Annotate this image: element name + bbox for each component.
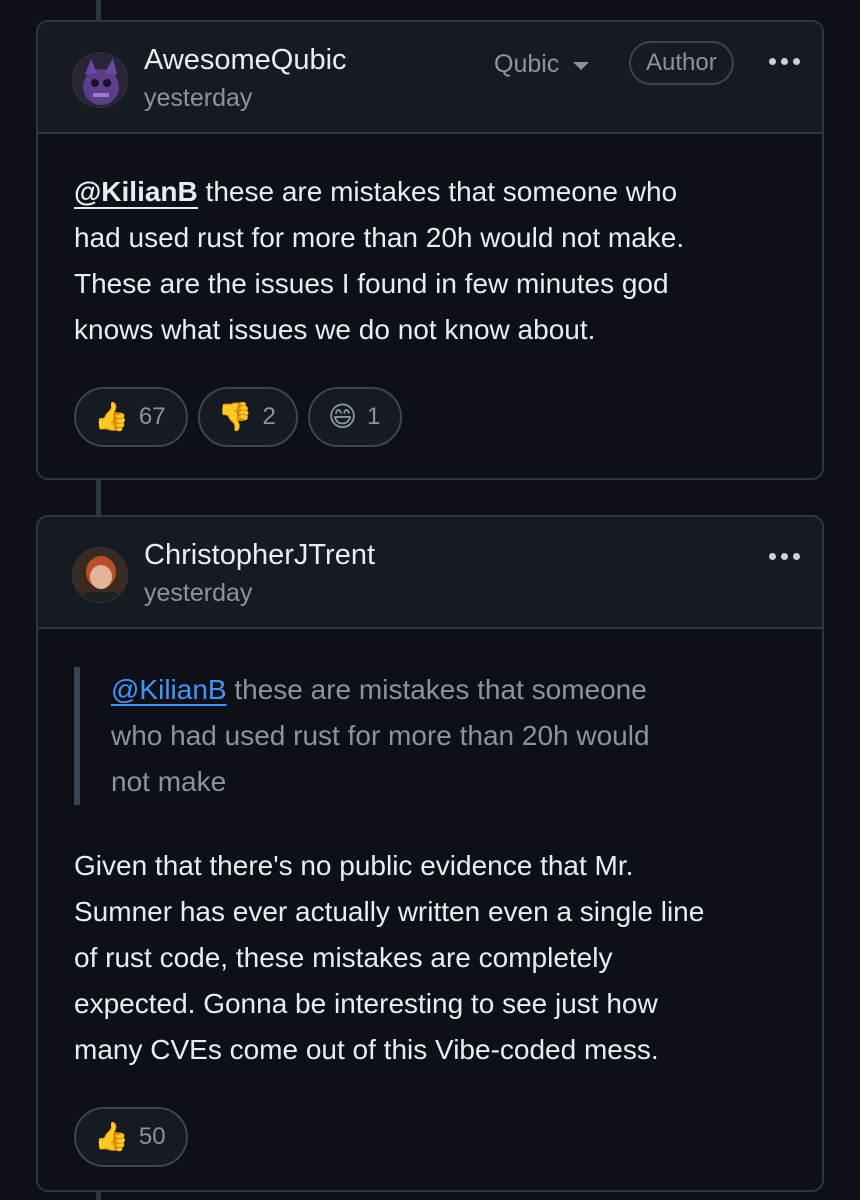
- reaction-thumbs-up[interactable]: 👍 67: [74, 387, 188, 447]
- comment-text: Given that there's no public evidence th…: [74, 850, 705, 1065]
- comment-card: ChristopherJTrent yesterday @KilianB the…: [36, 515, 824, 1192]
- comment-header: AwesomeQubic yesterday Qubic Author: [38, 22, 822, 134]
- more-options-icon[interactable]: [769, 58, 800, 65]
- timeline-line: [96, 478, 101, 518]
- comment-text: @KilianB these are mistakes that someone…: [74, 176, 685, 345]
- reaction-laugh[interactable]: 😄 1: [307, 387, 403, 447]
- reaction-count: 2: [262, 403, 276, 430]
- thumbs-up-icon: 👍: [94, 401, 129, 432]
- comment-body: @KilianB these are mistakes that someone…: [38, 169, 822, 447]
- thumbs-up-icon: 👍: [94, 1121, 129, 1152]
- comment-thread: AwesomeQubic yesterday Qubic Author @Kil…: [0, 0, 860, 1200]
- mention-link[interactable]: @KilianB: [74, 176, 198, 209]
- more-options-icon[interactable]: [769, 553, 800, 560]
- comment-body: @KilianB these are mistakes that someone…: [38, 667, 822, 1167]
- reaction-thumbs-up[interactable]: 👍 50: [74, 1107, 188, 1167]
- purple-creature-avatar-icon: [73, 53, 127, 107]
- timestamp[interactable]: yesterday: [144, 579, 252, 608]
- thumbs-down-icon: 👎: [217, 401, 253, 432]
- comment-card: AwesomeQubic yesterday Qubic Author @Kil…: [36, 20, 824, 480]
- author-badge: Author: [629, 41, 734, 85]
- reaction-count: 1: [367, 403, 381, 430]
- avatar[interactable]: [72, 52, 128, 108]
- timeline-line: [96, 0, 101, 22]
- laugh-icon: 😄: [327, 401, 358, 432]
- reaction-count: 50: [138, 1123, 166, 1150]
- author-name[interactable]: AwesomeQubic: [144, 44, 347, 77]
- role-select[interactable]: Qubic: [494, 50, 590, 79]
- avatar[interactable]: [72, 547, 128, 603]
- comment-header: ChristopherJTrent yesterday: [38, 517, 822, 629]
- chevron-down-icon: [573, 61, 590, 70]
- blockquote: @KilianB these are mistakes that someone…: [74, 667, 786, 805]
- reactions-bar: 👍 67 👎 2 😄 1: [74, 387, 786, 447]
- timestamp[interactable]: yesterday: [144, 84, 252, 113]
- red-hair-person-avatar-icon: [73, 548, 127, 602]
- author-name[interactable]: ChristopherJTrent: [144, 539, 375, 572]
- reaction-count: 67: [138, 403, 166, 430]
- reaction-thumbs-down[interactable]: 👎 2: [197, 387, 298, 447]
- reactions-bar: 👍 50: [74, 1107, 786, 1167]
- mention-link[interactable]: @KilianB: [111, 674, 227, 705]
- role-select-label: Qubic: [494, 50, 560, 78]
